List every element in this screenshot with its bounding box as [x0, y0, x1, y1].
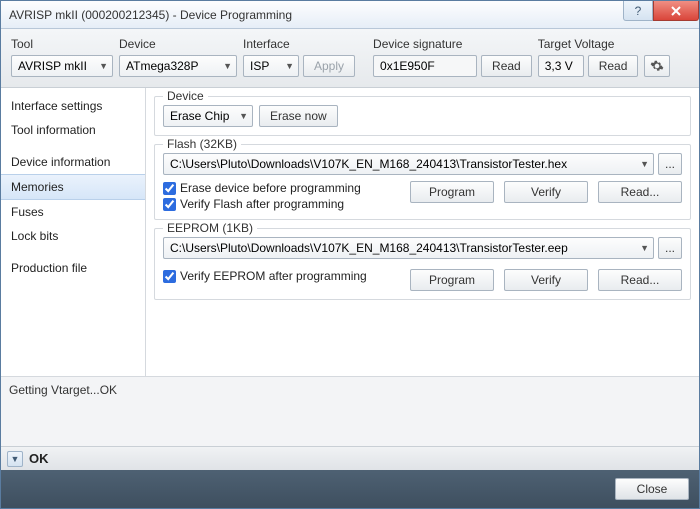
eeprom-legend: EEPROM (1KB) — [163, 221, 257, 235]
status-text: Getting Vtarget...OK — [9, 383, 117, 397]
device-fieldset: Device Erase Chip ▼ Erase now — [154, 96, 691, 136]
device-label: Device — [119, 37, 237, 51]
sidebar: Interface settings Tool information Devi… — [1, 88, 146, 376]
flash-legend: Flash (32KB) — [163, 137, 241, 151]
ok-label: OK — [29, 451, 49, 466]
tool-dropdown[interactable]: AVRISP mkII ▼ — [11, 55, 113, 77]
chevron-down-icon: ▼ — [285, 61, 294, 71]
status-area: Getting Vtarget...OK — [1, 376, 699, 446]
device-signature-label: Device signature — [373, 37, 532, 51]
window-controls: ? — [623, 1, 699, 28]
flash-fieldset: Flash (32KB) C:\Users\Pluto\Downloads\V1… — [154, 144, 691, 220]
gear-icon — [650, 59, 664, 73]
chevron-down-icon: ▼ — [239, 111, 248, 121]
chevron-down-icon: ▼ — [640, 159, 649, 169]
footer: Close — [1, 470, 699, 508]
flash-program-button[interactable]: Program — [410, 181, 494, 203]
flash-verify-checkbox[interactable]: Verify Flash after programming — [163, 197, 361, 211]
titlebar: AVRISP mkII (000200212345) - Device Prog… — [1, 1, 699, 29]
ok-bar: ▼ OK — [1, 446, 699, 470]
flash-browse-button[interactable]: ... — [658, 153, 682, 175]
apply-button[interactable]: Apply — [303, 55, 355, 77]
collapse-status-button[interactable]: ▼ — [7, 451, 23, 467]
interface-label: Interface — [243, 37, 355, 51]
chevron-down-icon: ▼ — [640, 243, 649, 253]
flash-read-button[interactable]: Read... — [598, 181, 682, 203]
flash-erase-checkbox[interactable]: Erase device before programming — [163, 181, 361, 195]
eeprom-verify-checkbox[interactable]: Verify EEPROM after programming — [163, 269, 367, 283]
voltage-read-button[interactable]: Read — [588, 55, 639, 77]
sidebar-item-lock-bits[interactable]: Lock bits — [1, 224, 145, 248]
sidebar-item-memories[interactable]: Memories — [1, 174, 145, 200]
device-dropdown[interactable]: ATmega328P ▼ — [119, 55, 237, 77]
eeprom-read-button[interactable]: Read... — [598, 269, 682, 291]
tool-label: Tool — [11, 37, 113, 51]
main-panel: Device Erase Chip ▼ Erase now Flash (32K… — [146, 88, 699, 376]
sidebar-item-tool-information[interactable]: Tool information — [1, 118, 145, 142]
eeprom-fieldset: EEPROM (1KB) C:\Users\Pluto\Downloads\V1… — [154, 228, 691, 300]
toolbar: Tool AVRISP mkII ▼ Device ATmega328P ▼ I… — [1, 29, 699, 88]
window: AVRISP mkII (000200212345) - Device Prog… — [0, 0, 700, 509]
body: Interface settings Tool information Devi… — [1, 88, 699, 376]
sidebar-item-device-information[interactable]: Device information — [1, 150, 145, 174]
settings-button[interactable] — [644, 55, 670, 77]
device-signature-value: 0x1E950F — [373, 55, 477, 77]
chevron-down-icon: ▼ — [99, 61, 108, 71]
sidebar-item-production-file[interactable]: Production file — [1, 256, 145, 280]
help-button[interactable]: ? — [623, 1, 653, 21]
flash-path-dropdown[interactable]: C:\Users\Pluto\Downloads\V107K_EN_M168_2… — [163, 153, 654, 175]
close-window-button[interactable] — [653, 1, 699, 21]
window-title: AVRISP mkII (000200212345) - Device Prog… — [9, 8, 623, 22]
erase-chip-dropdown[interactable]: Erase Chip ▼ — [163, 105, 253, 127]
sidebar-item-fuses[interactable]: Fuses — [1, 200, 145, 224]
erase-now-button[interactable]: Erase now — [259, 105, 338, 127]
eeprom-verify-button[interactable]: Verify — [504, 269, 588, 291]
signature-read-button[interactable]: Read — [481, 55, 532, 77]
chevron-down-icon: ▼ — [223, 61, 232, 71]
eeprom-browse-button[interactable]: ... — [658, 237, 682, 259]
eeprom-program-button[interactable]: Program — [410, 269, 494, 291]
close-button[interactable]: Close — [615, 478, 689, 500]
eeprom-path-dropdown[interactable]: C:\Users\Pluto\Downloads\V107K_EN_M168_2… — [163, 237, 654, 259]
sidebar-item-interface-settings[interactable]: Interface settings — [1, 94, 145, 118]
flash-verify-button[interactable]: Verify — [504, 181, 588, 203]
device-legend: Device — [163, 89, 208, 103]
target-voltage-value: 3,3 V — [538, 55, 584, 77]
interface-dropdown[interactable]: ISP ▼ — [243, 55, 299, 77]
target-voltage-label: Target Voltage — [538, 37, 639, 51]
